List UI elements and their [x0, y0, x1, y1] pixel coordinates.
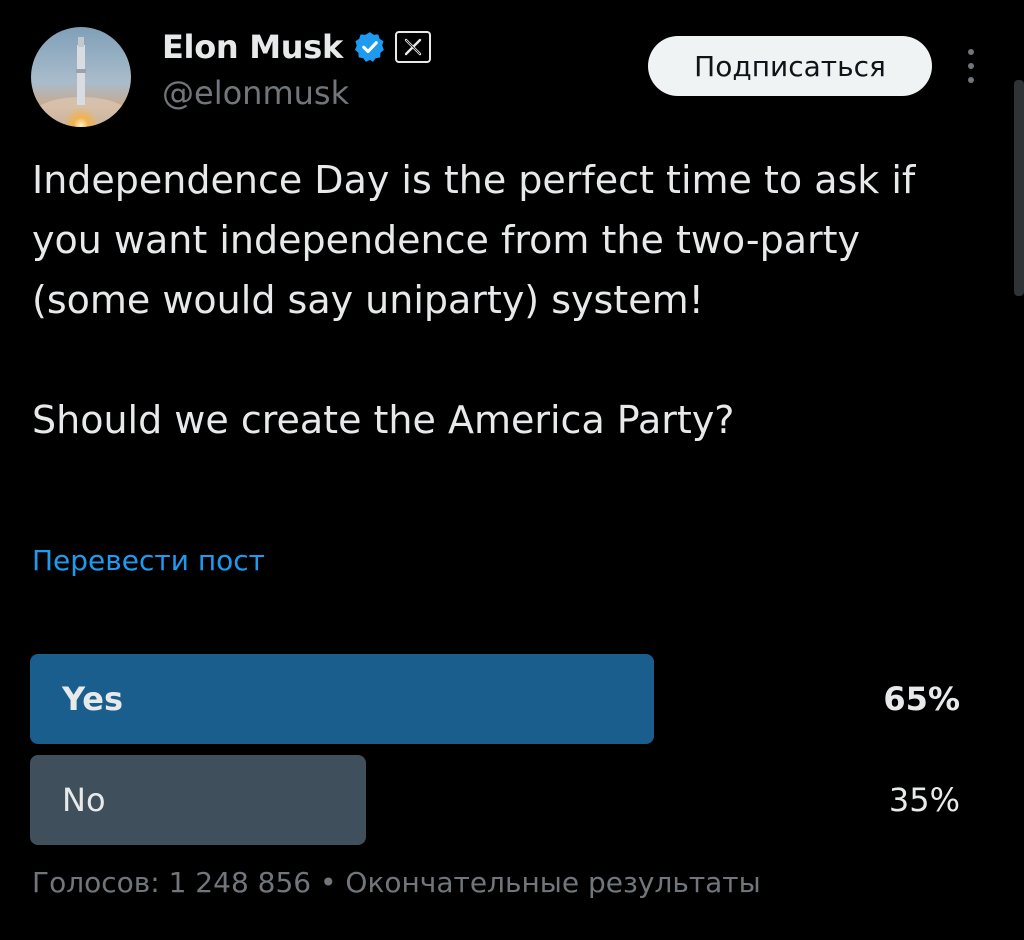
top-edge-fragment [0, 0, 1024, 8]
poll-bar-yes [30, 654, 654, 744]
scrollbar[interactable] [1014, 80, 1024, 296]
tweet-text: Independence Day is the perfect time to … [32, 158, 916, 442]
avatar[interactable] [31, 27, 131, 127]
handle[interactable]: @elonmusk [162, 74, 349, 112]
display-name[interactable]: Elon Musk [162, 28, 343, 66]
x-logo-icon [395, 31, 431, 63]
poll-option-no[interactable]: No 35% [30, 755, 962, 845]
poll-option-label: Yes [62, 680, 123, 718]
poll-option-percent: 65% [883, 680, 960, 718]
verified-badge-icon [354, 32, 384, 62]
poll-option-label: No [62, 781, 106, 819]
poll: Yes 65% No 35% [30, 654, 962, 856]
author-name-row: Elon Musk [162, 24, 431, 70]
poll-option-yes[interactable]: Yes 65% [30, 654, 962, 744]
follow-button[interactable]: Подписаться [648, 36, 932, 96]
more-vertical-icon[interactable] [964, 46, 978, 86]
avatar-rocket-launch-image [31, 27, 131, 127]
poll-footer: Голосов: 1 248 856 • Окончательные резул… [32, 866, 761, 899]
poll-option-percent: 35% [888, 781, 960, 819]
translate-post-link[interactable]: Перевести пост [32, 544, 265, 577]
